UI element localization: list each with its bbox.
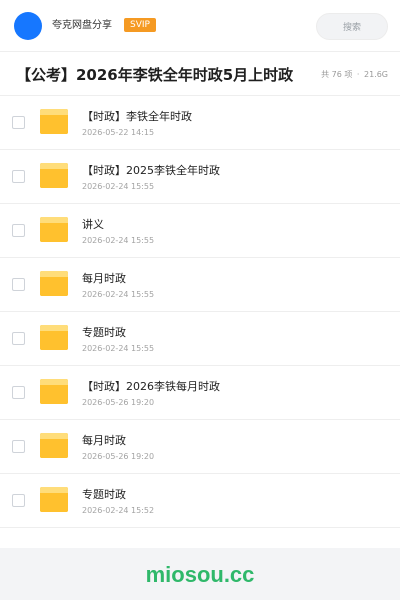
file-time: 2026-05-22 14:15 <box>82 128 155 137</box>
file-name[interactable]: 专题时政 <box>82 325 126 340</box>
app-root: 夸克网盘分享 SVIP 搜索 【公考】2026年李铁全年时政5月上时政 共 76… <box>0 0 400 600</box>
folder-icon <box>40 325 68 350</box>
file-time: 2026-05-26 19:20 <box>82 398 155 407</box>
list-item[interactable]: 每月时政 2026-02-24 15:55 <box>0 258 400 312</box>
file-time: 2026-05-26 19:20 <box>82 452 155 461</box>
file-time: 2026-02-24 15:55 <box>82 182 155 191</box>
file-time: 2026-02-24 15:52 <box>82 506 155 515</box>
file-name[interactable]: 每月时政 <box>82 271 126 286</box>
file-name[interactable]: 每月时政 <box>82 433 126 448</box>
search-placeholder: 搜索 <box>342 23 361 33</box>
folder-icon <box>40 433 68 458</box>
list-item[interactable]: 讲义 2026-02-24 15:55 <box>0 204 400 258</box>
list-item[interactable]: 【时政】2025李铁全年时政 2026-02-24 15:55 <box>0 150 400 204</box>
file-name[interactable]: 专题时政 <box>82 487 126 502</box>
select-checkbox[interactable] <box>12 332 25 345</box>
file-name[interactable]: 【时政】李铁全年时政 <box>82 109 192 124</box>
select-checkbox[interactable] <box>12 278 25 291</box>
folder-icon <box>40 163 68 188</box>
page-title: 【公考】2026年李铁全年时政5月上时政 <box>16 66 294 84</box>
select-checkbox[interactable] <box>12 440 25 453</box>
list-item[interactable]: 专题时政 2026-02-24 15:55 <box>0 312 400 366</box>
share-panel: 【公考】2026年李铁全年时政5月上时政 共 76 项 · 21.6G 【时政】… <box>0 52 400 548</box>
list-item[interactable]: 每月时政 2026-05-26 19:20 <box>0 420 400 474</box>
select-checkbox[interactable] <box>12 224 25 237</box>
list-item[interactable]: 【时政】2026李铁每月时政 2026-05-26 19:20 <box>0 366 400 420</box>
folder-icon <box>40 271 68 296</box>
folder-icon <box>40 109 68 134</box>
site-brand[interactable]: miosou.cc <box>0 561 400 589</box>
total-size: 21.6G <box>363 70 388 79</box>
item-count: 共 76 项 <box>321 70 353 79</box>
select-checkbox[interactable] <box>12 386 25 399</box>
list-item[interactable]: 专题时政 2026-02-24 15:52 <box>0 474 400 528</box>
file-list: 【时政】李铁全年时政 2026-05-22 14:15 【时政】2025李铁全年… <box>0 96 400 528</box>
list-item[interactable]: 【时政】李铁全年时政 2026-05-22 14:15 <box>0 96 400 150</box>
folder-icon <box>40 487 68 512</box>
file-time: 2026-02-24 15:55 <box>82 290 155 299</box>
select-checkbox[interactable] <box>12 116 25 129</box>
share-meta: 共 76 项 · 21.6G <box>321 69 388 81</box>
meta-separator: · <box>356 70 360 79</box>
folder-icon <box>40 379 68 404</box>
top-bar: 夸克网盘分享 SVIP 搜索 <box>0 0 400 52</box>
svip-badge: SVIP <box>124 18 156 32</box>
file-time: 2026-02-24 15:55 <box>82 236 155 245</box>
search-input[interactable]: 搜索 <box>316 13 388 40</box>
select-checkbox[interactable] <box>12 494 25 507</box>
share-header: 【公考】2026年李铁全年时政5月上时政 共 76 项 · 21.6G <box>0 52 400 96</box>
folder-icon <box>40 217 68 242</box>
avatar[interactable] <box>14 12 42 40</box>
user-name[interactable]: 夸克网盘分享 <box>52 19 112 33</box>
file-time: 2026-02-24 15:55 <box>82 344 155 353</box>
file-name[interactable]: 【时政】2026李铁每月时政 <box>82 379 220 394</box>
file-name[interactable]: 【时政】2025李铁全年时政 <box>82 163 220 178</box>
file-name[interactable]: 讲义 <box>82 217 104 232</box>
footer: miosou.cc <box>0 548 400 600</box>
select-checkbox[interactable] <box>12 170 25 183</box>
